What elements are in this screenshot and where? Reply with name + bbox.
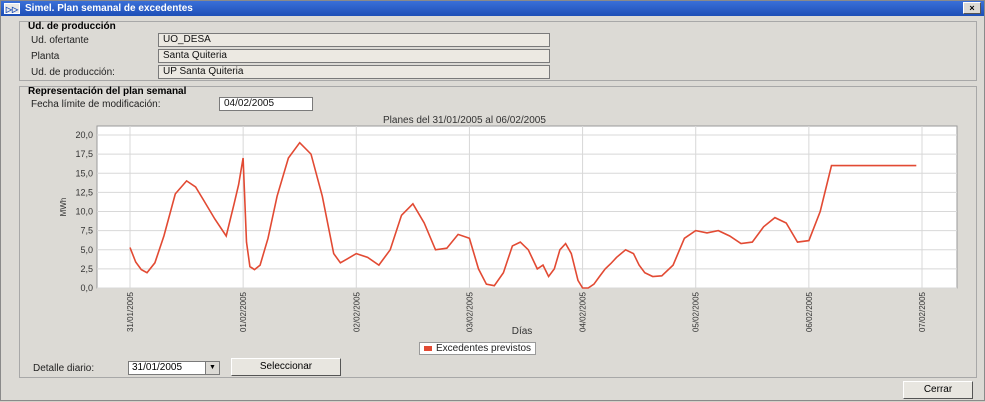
ofertante-label: Ud. ofertante	[31, 35, 89, 46]
window-title: Simel. Plan semanal de excedentes	[25, 3, 193, 14]
deadline-label: Fecha límite de modificación:	[31, 99, 161, 110]
legend: Excedentes previstos	[419, 342, 537, 355]
select-button[interactable]: Seleccionar	[231, 358, 341, 376]
title-bar[interactable]: ▷▷ Simel. Plan semanal de excedentes ×	[1, 1, 984, 16]
plan-group-title: Representación del plan semanal	[28, 86, 187, 97]
daily-select-value: 31/01/2005	[132, 362, 183, 373]
planta-label: Planta	[31, 51, 60, 62]
app-icon: ▷▷	[4, 3, 20, 14]
produccion-label: Ud. de producción:	[31, 67, 115, 78]
produccion-field: UP Santa Quiteria	[158, 65, 550, 79]
legend-swatch	[424, 346, 432, 351]
unit-group-title: Ud. de producción	[28, 21, 116, 32]
close-icon[interactable]: ×	[963, 2, 981, 14]
daily-label: Detalle diario:	[33, 363, 95, 374]
planta-field: Santa Quiteria	[158, 49, 550, 63]
plan-semanal-window: ▷▷ Simel. Plan semanal de excedentes × U…	[0, 0, 985, 401]
legend-label: Excedentes previstos	[436, 343, 532, 354]
plan-group: Representación del plan semanal	[19, 86, 977, 378]
chart-title: Planes del 31/01/2005 al 06/02/2005	[383, 115, 546, 126]
close-button[interactable]: Cerrar	[903, 381, 973, 399]
ofertante-field: UO_DESA	[158, 33, 550, 47]
chevron-down-icon[interactable]: ▼	[205, 362, 219, 374]
deadline-field[interactable]: 04/02/2005	[219, 97, 313, 111]
daily-select[interactable]: 31/01/2005 ▼	[128, 361, 220, 375]
